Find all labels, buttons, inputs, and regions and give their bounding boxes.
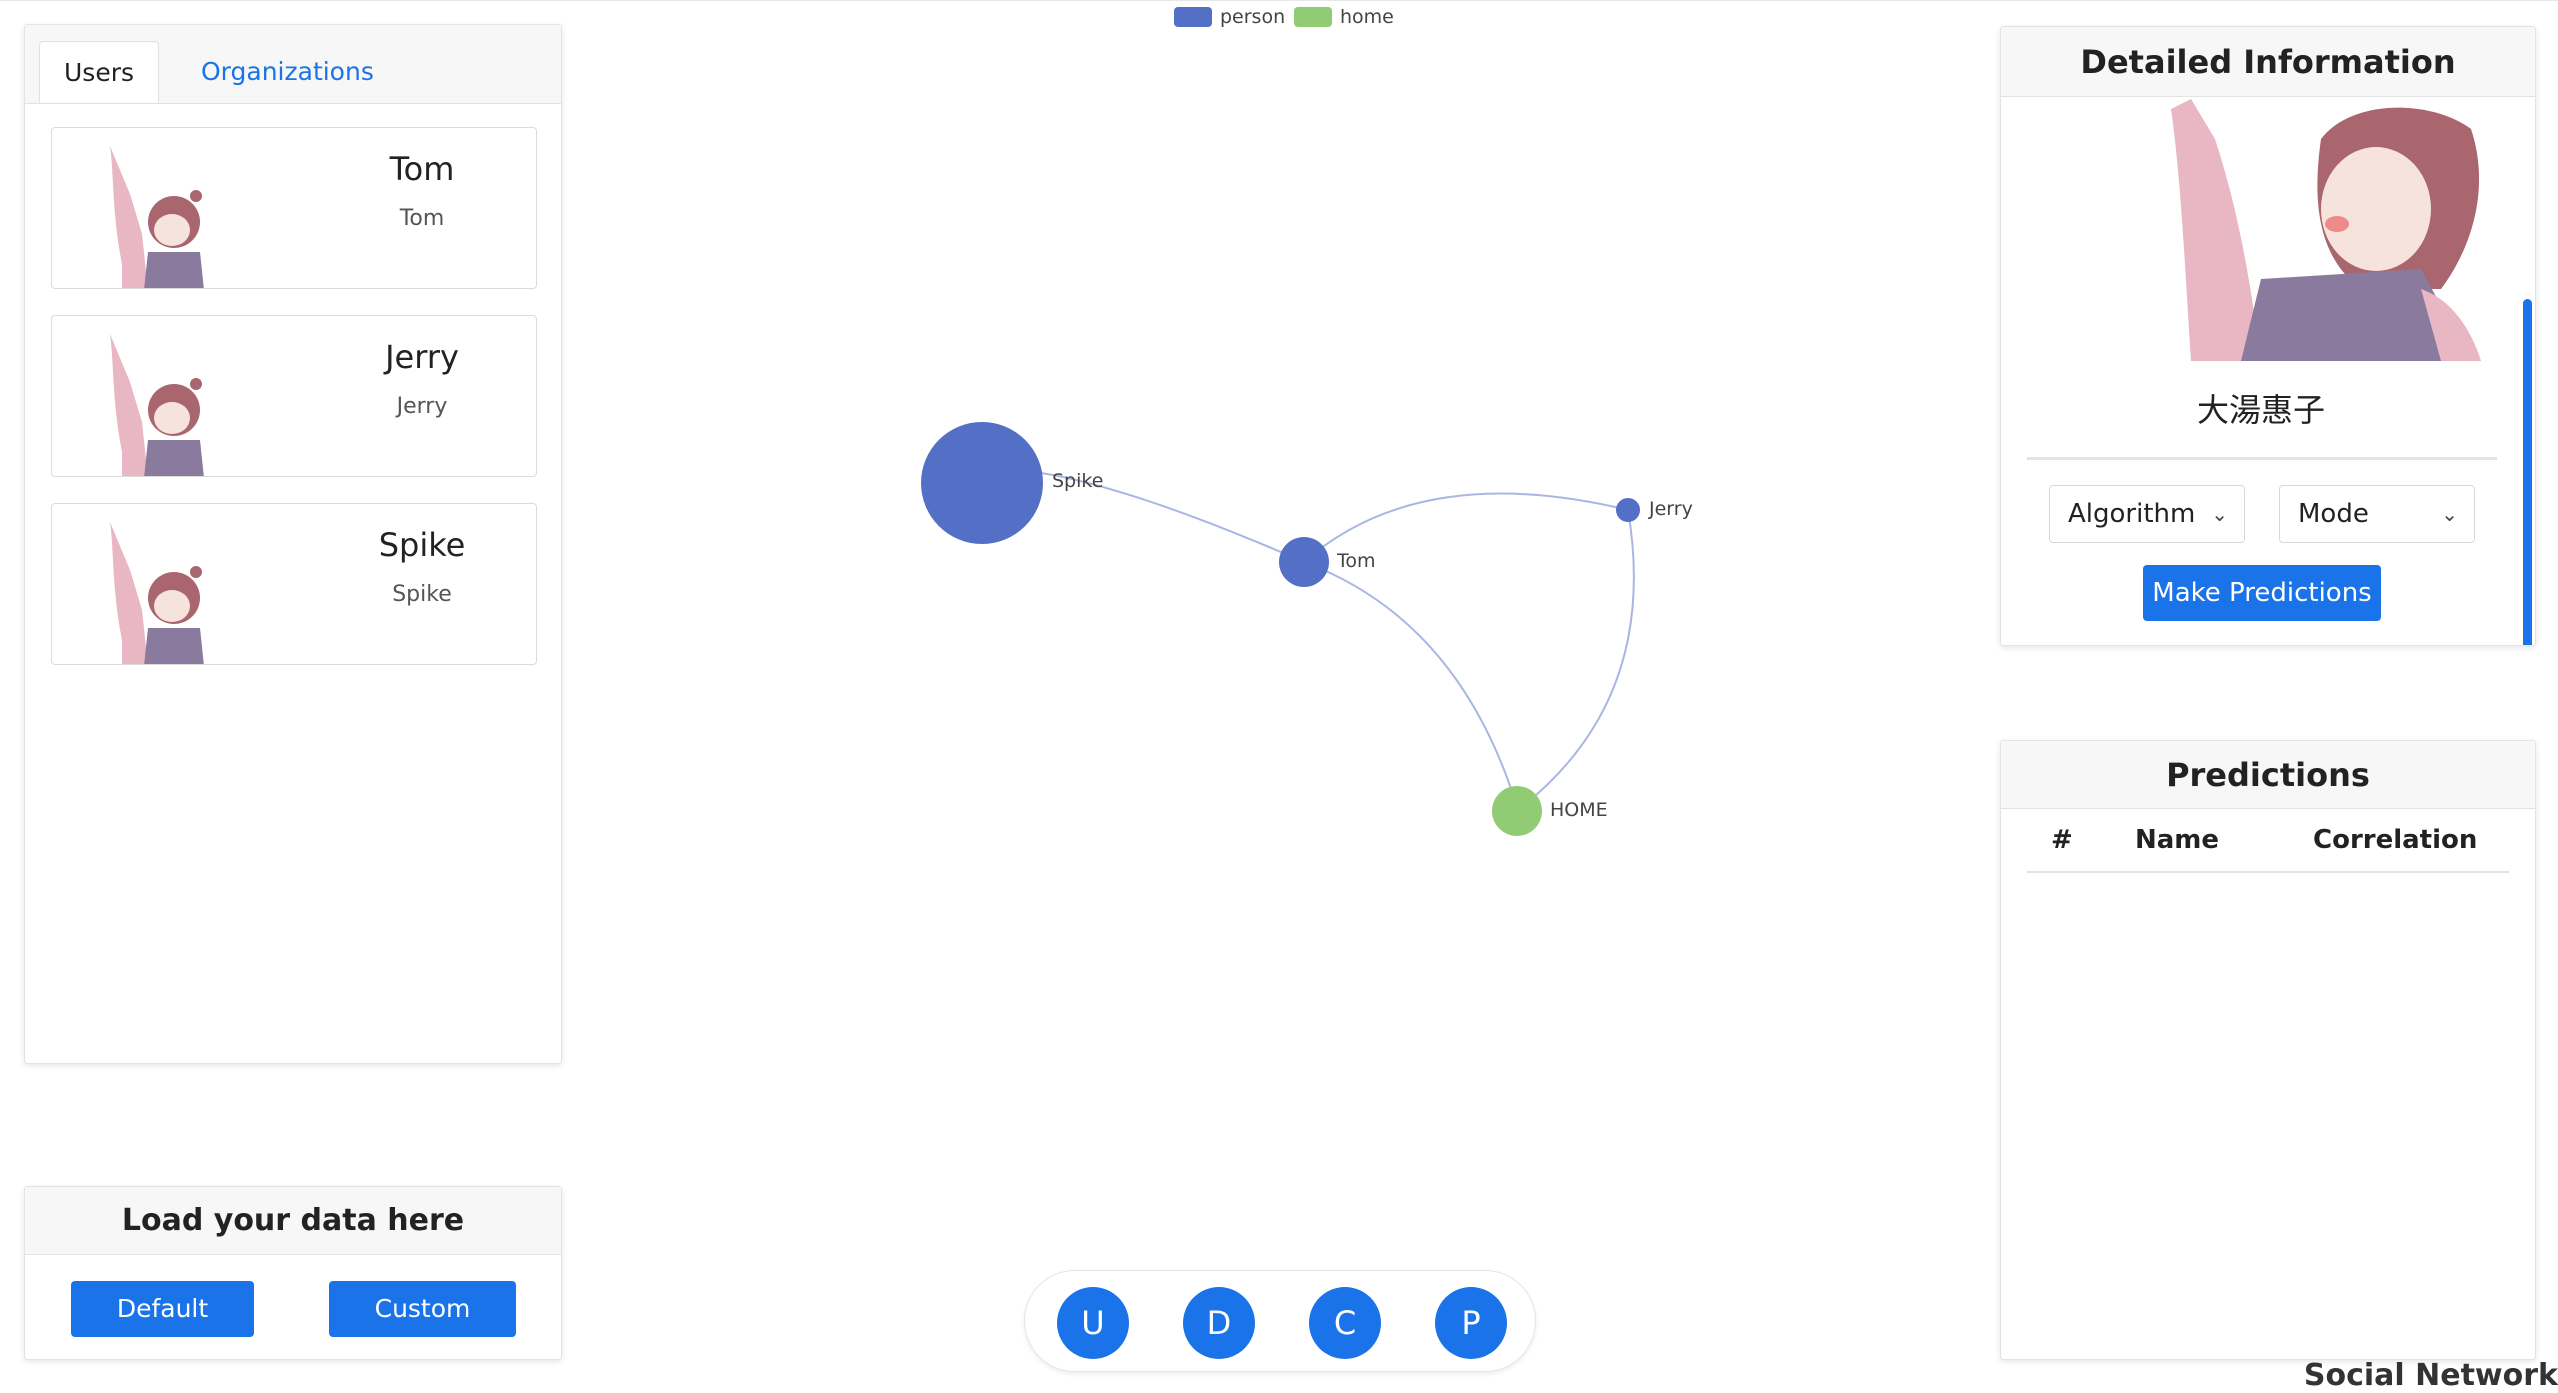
c-button[interactable]: C — [1309, 1287, 1381, 1359]
graph-node-home[interactable] — [1492, 786, 1542, 836]
load-data-panel: Load your data here Default Custom — [24, 1186, 562, 1360]
edge-jerry-home — [1517, 509, 1635, 811]
network-graph[interactable]: person home Spike Tom Jerry HOME — [600, 0, 1980, 1250]
mode-select[interactable]: Mode ⌄ — [2279, 485, 2475, 543]
make-predictions-button[interactable]: Make Predictions — [2143, 565, 2381, 621]
graph-node-jerry[interactable] — [1616, 498, 1640, 522]
tab-organizations[interactable]: Organizations — [177, 41, 398, 103]
user-card-jerry[interactable]: Jerry Jerry — [51, 315, 537, 477]
user-avatar — [92, 134, 212, 288]
graph-node-spike[interactable] — [921, 422, 1043, 544]
user-name: Spike — [378, 526, 466, 564]
user-subtitle: Jerry — [396, 394, 448, 419]
tab-users[interactable]: Users — [39, 41, 160, 103]
p-button[interactable]: P — [1435, 1287, 1507, 1359]
detail-title: Detailed Information — [2001, 27, 2535, 97]
default-button[interactable]: Default — [71, 1281, 254, 1337]
detail-panel: Detailed Information 大湯惠子 Algorithm ⌄ Mo… — [2000, 26, 2536, 646]
load-data-title: Load your data here — [25, 1187, 561, 1255]
u-button[interactable]: U — [1057, 1287, 1129, 1359]
d-button[interactable]: D — [1183, 1287, 1255, 1359]
bottom-toolbar: U D C P — [1024, 1270, 1536, 1372]
user-name: Tom — [389, 150, 455, 188]
predictions-panel: Predictions # Name Correlation — [2000, 740, 2536, 1360]
user-name: Jerry — [385, 338, 459, 376]
graph-label-spike: Spike — [1052, 470, 1103, 492]
scrollbar-thumb[interactable] — [2523, 299, 2532, 645]
users-panel: Users Organizations Tom Tom Jerry Jerry — [24, 24, 562, 1064]
user-card-tom[interactable]: Tom Tom — [51, 127, 537, 289]
graph-canvas: Spike Tom Jerry HOME — [921, 422, 1693, 836]
scrollbar[interactable] — [2519, 99, 2535, 645]
app-brand: Social Network — [2303, 1358, 2558, 1393]
custom-button[interactable]: Custom — [329, 1281, 516, 1337]
column-header-name: Name — [2135, 825, 2220, 855]
tab-bar: Users Organizations — [25, 25, 561, 104]
user-avatar — [92, 322, 212, 476]
detail-name: 大湯惠子 — [2196, 391, 2325, 429]
divider — [2027, 457, 2497, 460]
column-header-correlation: Correlation — [2313, 825, 2478, 855]
predictions-table-header: # Name Correlation — [2027, 811, 2509, 873]
user-avatar — [92, 510, 212, 664]
graph-label-home: HOME — [1550, 799, 1608, 821]
user-subtitle: Tom — [399, 206, 445, 231]
edge-tom-home — [1303, 561, 1519, 811]
chevron-down-icon: ⌄ — [2441, 502, 2458, 526]
user-subtitle: Spike — [392, 582, 452, 607]
user-card-spike[interactable]: Spike Spike — [51, 503, 537, 665]
detail-avatar — [2171, 99, 2501, 361]
algorithm-select[interactable]: Algorithm ⌄ — [2049, 485, 2245, 543]
graph-node-tom[interactable] — [1279, 537, 1329, 587]
graph-label-jerry: Jerry — [1648, 498, 1693, 520]
predictions-title: Predictions — [2001, 741, 2535, 809]
graph-label-tom: Tom — [1336, 550, 1376, 572]
chevron-down-icon: ⌄ — [2211, 502, 2228, 526]
column-header-index: # — [2051, 825, 2073, 855]
